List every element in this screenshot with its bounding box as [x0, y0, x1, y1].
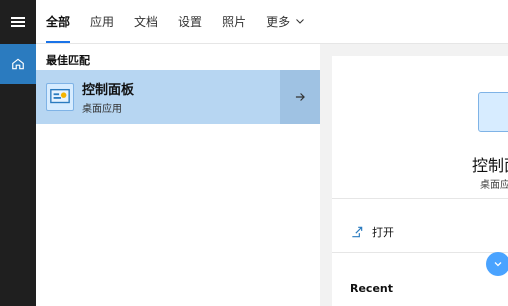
tab-label: 照片	[222, 14, 247, 29]
section-title: 最佳匹配	[46, 54, 90, 67]
divider	[332, 252, 508, 253]
home-icon[interactable]	[0, 44, 36, 84]
tab-documents[interactable]: 文档	[124, 0, 168, 43]
preview-title: 控制面	[472, 156, 508, 175]
best-match-row: 控制面板 桌面应用	[36, 70, 320, 124]
control-panel-glyph-icon	[50, 88, 70, 104]
best-match-subtitle: 桌面应用	[82, 104, 122, 115]
tab-label: 更多	[266, 14, 291, 29]
tab-label: 应用	[90, 14, 115, 29]
preview-subtitle: 桌面应	[480, 180, 508, 191]
tab-photos[interactable]: 照片	[212, 0, 256, 43]
open-action[interactable]: 打开	[350, 224, 394, 240]
tab-label: 设置	[178, 14, 203, 29]
search-window: 全部 应用 文档 设置 照片 更多 最佳匹配 控制面板 桌面应用 控制 桌面应 …	[0, 0, 508, 306]
chevron-down-icon	[296, 19, 304, 24]
open-icon	[352, 226, 363, 238]
arrow-right-icon	[295, 93, 305, 101]
control-panel-icon	[46, 83, 74, 111]
open-label: 打开	[372, 226, 394, 239]
preview-pane: 控制面 桌面应 打开 Recent	[320, 44, 508, 306]
best-match-title: 控制面板	[82, 83, 135, 98]
tab-settings[interactable]: 设置	[168, 0, 212, 43]
tab-label: 文档	[134, 14, 159, 29]
home-glyph-icon	[12, 58, 24, 70]
search-filter-tabs: 全部 应用 文档 设置 照片 更多	[36, 0, 508, 44]
divider	[332, 198, 508, 199]
hamburger-menu-icon[interactable]	[0, 0, 36, 44]
tab-more[interactable]: 更多	[256, 0, 316, 43]
best-match-item[interactable]: 控制面板 桌面应用	[36, 70, 280, 124]
results-pane: 最佳匹配 控制面板 桌面应用	[36, 44, 320, 306]
tab-all[interactable]: 全部	[36, 0, 80, 43]
tab-apps[interactable]: 应用	[80, 0, 124, 43]
preview-card: 控制面 桌面应 打开 Recent	[332, 56, 508, 306]
best-match-text: 控制面板 桌面应用	[82, 79, 134, 115]
tab-label: 全部	[46, 14, 71, 29]
expand-button[interactable]	[486, 252, 508, 276]
open-details-button[interactable]	[280, 70, 320, 124]
chevron-down-icon	[494, 262, 502, 267]
recent-section-title: Recent	[350, 282, 394, 295]
control-panel-large-icon	[478, 92, 508, 132]
left-rail	[0, 0, 36, 306]
